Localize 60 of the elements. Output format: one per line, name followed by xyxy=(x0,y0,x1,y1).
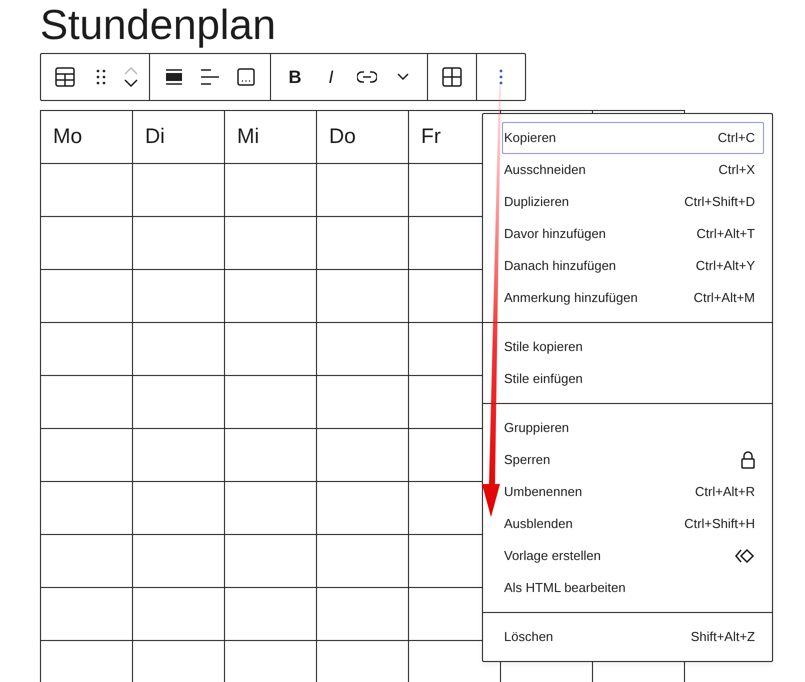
menu-item-label: Gruppieren xyxy=(504,419,570,438)
menu-item[interactable]: Umbenennen Ctrl+Alt+R xyxy=(502,476,764,508)
menu-item[interactable]: Anmerkung hinzufügen Ctrl+Alt+M xyxy=(502,282,764,314)
italic-button[interactable]: I xyxy=(313,59,349,95)
menu-item-label: Davor hinzufügen xyxy=(504,225,606,244)
shortcut-text: Shift+Alt+Z xyxy=(690,628,755,646)
chevron-down-icon xyxy=(124,79,138,87)
menu-item[interactable]: Vorlage erstellen xyxy=(502,540,764,572)
shortcut-text: Ctrl+Shift+H xyxy=(684,515,755,534)
grid-icon xyxy=(442,67,462,87)
menu-item-label: Danach hinzufügen xyxy=(504,257,616,276)
shortcut-text: Ctrl+Alt+Y xyxy=(696,257,755,276)
shortcut-text: Ctrl+Alt+R xyxy=(695,483,755,502)
lock-icon xyxy=(741,451,755,469)
full-width-icon xyxy=(166,69,182,85)
column-header: Mi xyxy=(224,110,316,164)
move-down-button[interactable] xyxy=(124,79,138,87)
chevron-down-icon xyxy=(397,73,409,81)
column-header: Mo xyxy=(40,110,132,164)
menu-item[interactable]: Danach hinzufügen Ctrl+Alt+Y xyxy=(502,250,764,282)
menu-item-label: Umbenennen xyxy=(504,483,582,502)
menu-item[interactable]: Ausschneiden Ctrl+X xyxy=(502,154,764,186)
shortcut-text: Ctrl+X xyxy=(718,161,755,180)
menu-item[interactable]: Kopieren Ctrl+C xyxy=(502,122,764,154)
menu-item-label: Ausschneiden xyxy=(504,161,586,180)
menu-item[interactable]: Gruppieren xyxy=(502,412,764,444)
menu-item[interactable]: Stile einfügen xyxy=(502,363,764,395)
link-icon xyxy=(357,71,377,83)
menu-item[interactable]: Löschen Shift+Alt+Z xyxy=(502,621,764,653)
menu-item-label: Vorlage erstellen xyxy=(504,547,601,566)
menu-item-label: Löschen xyxy=(504,628,554,646)
menu-item-label: Anmerkung hinzufügen xyxy=(504,289,638,308)
menu-item-label: Stile einfügen xyxy=(504,370,583,388)
menu-item-label: Kopieren xyxy=(504,129,556,148)
menu-item-label: Als HTML bearbeiten xyxy=(504,579,626,598)
column-header: Di xyxy=(132,110,224,164)
align-left-icon xyxy=(201,69,219,85)
more-options-icon xyxy=(499,69,503,85)
menu-item[interactable]: Davor hinzufügen Ctrl+Alt+T xyxy=(502,218,764,250)
column-header: Do xyxy=(316,110,408,164)
diamond-icon xyxy=(735,549,755,563)
shortcut-text: Ctrl+Shift+D xyxy=(684,193,755,212)
bold-button[interactable]: B xyxy=(277,59,313,95)
menu-item[interactable]: Stile kopieren xyxy=(502,331,764,363)
drag-handle-icon xyxy=(95,68,107,86)
shortcut-text: Ctrl+Alt+M xyxy=(694,289,755,308)
shortcut-text: Ctrl+C xyxy=(718,129,755,148)
menu-item-label: Ausblenden xyxy=(504,515,573,534)
menu-item[interactable]: Sperren xyxy=(502,444,764,476)
menu-item[interactable]: Ausblenden Ctrl+Shift+H xyxy=(502,508,764,540)
menu-item-label: Duplizieren xyxy=(504,193,570,212)
shortcut-text: Ctrl+Alt+T xyxy=(696,225,755,244)
caption-icon xyxy=(237,68,255,86)
table-icon xyxy=(55,67,75,87)
chevron-up-icon xyxy=(124,67,138,75)
menu-item-label: Sperren xyxy=(504,451,550,470)
menu-item[interactable]: Als HTML bearbeiten xyxy=(502,572,764,604)
menu-item[interactable]: Duplizieren Ctrl+Shift+D xyxy=(502,186,764,218)
menu-item-label: Stile kopieren xyxy=(504,338,583,356)
page-title: Stundenplan xyxy=(40,2,276,48)
